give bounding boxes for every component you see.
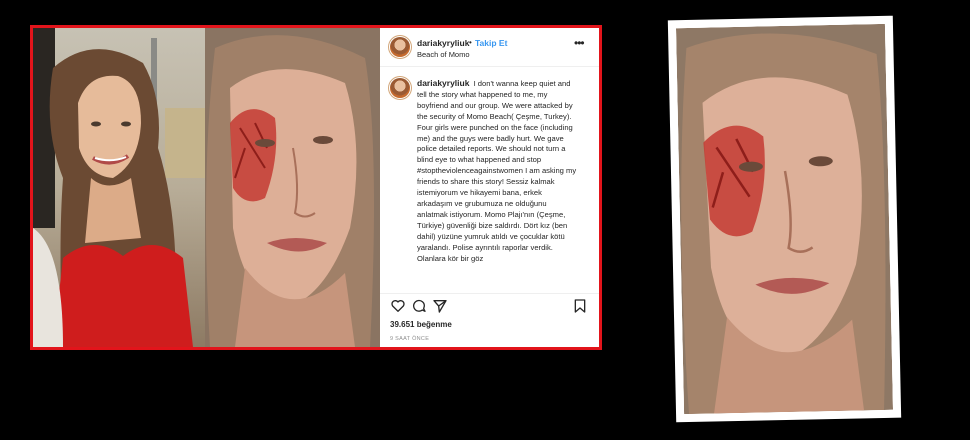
injured-woman-photo (205, 28, 380, 347)
post-location[interactable]: Beach of Momo (417, 50, 470, 59)
likes-count[interactable]: 39.651 beğenme (390, 320, 452, 329)
heart-icon[interactable] (390, 298, 406, 314)
comment-icon[interactable] (411, 298, 427, 314)
caption-area: dariakyryliuk I don't wanna keep quiet a… (380, 74, 599, 292)
bookmark-icon[interactable] (572, 298, 588, 314)
follow-button[interactable]: Takip Et (475, 38, 507, 48)
avatar[interactable] (390, 37, 410, 57)
separator-dot: • (469, 38, 472, 47)
post-header: dariakyryliuk • Takip Et Beach of Momo •… (380, 28, 599, 67)
injured-closeup-photo (675, 23, 894, 415)
instagram-post: dariakyryliuk • Takip Et Beach of Momo •… (380, 28, 599, 347)
post-actions: 39.651 beğenme 9 SAAT ÖNCE (380, 293, 599, 347)
caption-username[interactable]: dariakyryliuk (417, 78, 469, 88)
more-options-icon[interactable]: ••• (574, 36, 585, 50)
smiling-woman-photo (33, 28, 205, 347)
post-username[interactable]: dariakyryliuk (417, 38, 469, 48)
caption-text: I don't wanna keep quiet and tell the st… (417, 79, 577, 263)
post-timestamp: 9 SAAT ÖNCE (390, 336, 430, 342)
post-caption: dariakyryliuk I don't wanna keep quiet a… (417, 78, 577, 264)
news-collage-frame: dariakyryliuk • Takip Et Beach of Momo •… (30, 25, 602, 350)
share-icon[interactable] (432, 298, 448, 314)
injured-closeup-photo-frame (667, 15, 902, 423)
caption-avatar[interactable] (390, 78, 410, 98)
